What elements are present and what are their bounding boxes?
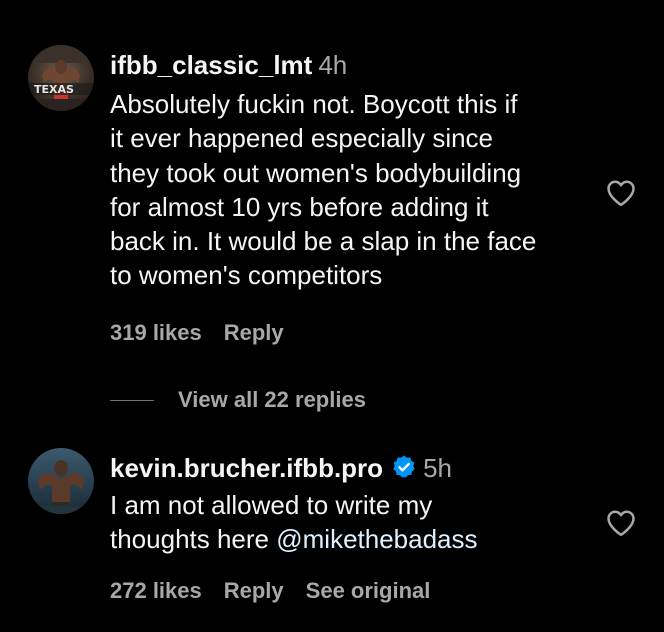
comment-2-line-text: thoughts here (110, 524, 277, 555)
comment-1-line: it ever happened especially since (110, 123, 494, 154)
comments-thread: TEXAS ifbb_classic_lmt 4h Absolutely fuck… (0, 0, 664, 632)
comment-1-timestamp: 4h (318, 50, 348, 80)
avatar-texas-text: TEXAS (34, 83, 74, 96)
comment-2-line: I am not allowed to write my (110, 490, 433, 520)
comment-2-text: I am not allowed to write my thoughts he… (110, 488, 600, 557)
comment-2-username[interactable]: kevin.brucher.ifbb.pro (110, 453, 383, 483)
comment-1-line: to women's competitors (110, 260, 383, 291)
view-replies-button[interactable]: View all 22 replies (110, 384, 366, 416)
comment-1-actions: 319 likes Reply (110, 318, 306, 348)
comment-1-text: Absolutely fuckin not. Boycott this if i… (110, 87, 600, 293)
comment-2-actions: 272 likes Reply See original (110, 576, 452, 606)
comment-2-timestamp: 5h (423, 453, 452, 483)
comment-2-reply-button[interactable]: Reply (224, 576, 284, 606)
comment-1-line: back in. It would be a slap in the face (110, 226, 537, 257)
avatar-kevin-brucher[interactable] (28, 448, 94, 514)
verified-badge-icon (391, 454, 417, 488)
comment-1-line: they took out women's bodybuilding (110, 157, 522, 188)
replies-divider-line (110, 399, 154, 401)
avatar-image (28, 448, 94, 514)
comment-1-header: ifbb_classic_lmt 4h (110, 48, 347, 82)
comment-2-likes-count[interactable]: 272 likes (110, 576, 202, 606)
comment-1-line: Absolutely fuckin not. Boycott this if (110, 89, 518, 119)
heart-outline-icon[interactable] (606, 179, 636, 207)
comment-1-likes-count[interactable]: 319 likes (110, 318, 202, 348)
see-original-button[interactable]: See original (306, 576, 431, 606)
avatar-ifbb-classic-lmt[interactable]: TEXAS (28, 45, 94, 111)
heart-outline-icon[interactable] (606, 509, 636, 537)
comment-2-line: thoughts here @mikethebadass (110, 522, 600, 556)
avatar-image: TEXAS (28, 45, 94, 111)
comment-1-username[interactable]: ifbb_classic_lmt (110, 50, 312, 80)
comment-2-header: kevin.brucher.ifbb.pro 5h (110, 451, 452, 488)
mention-link[interactable]: @mikethebadass (276, 524, 477, 554)
comment-1-reply-button[interactable]: Reply (224, 318, 284, 348)
comment-1-line: for almost 10 yrs before adding it (110, 191, 489, 222)
view-replies-label: View all 22 replies (178, 387, 366, 412)
